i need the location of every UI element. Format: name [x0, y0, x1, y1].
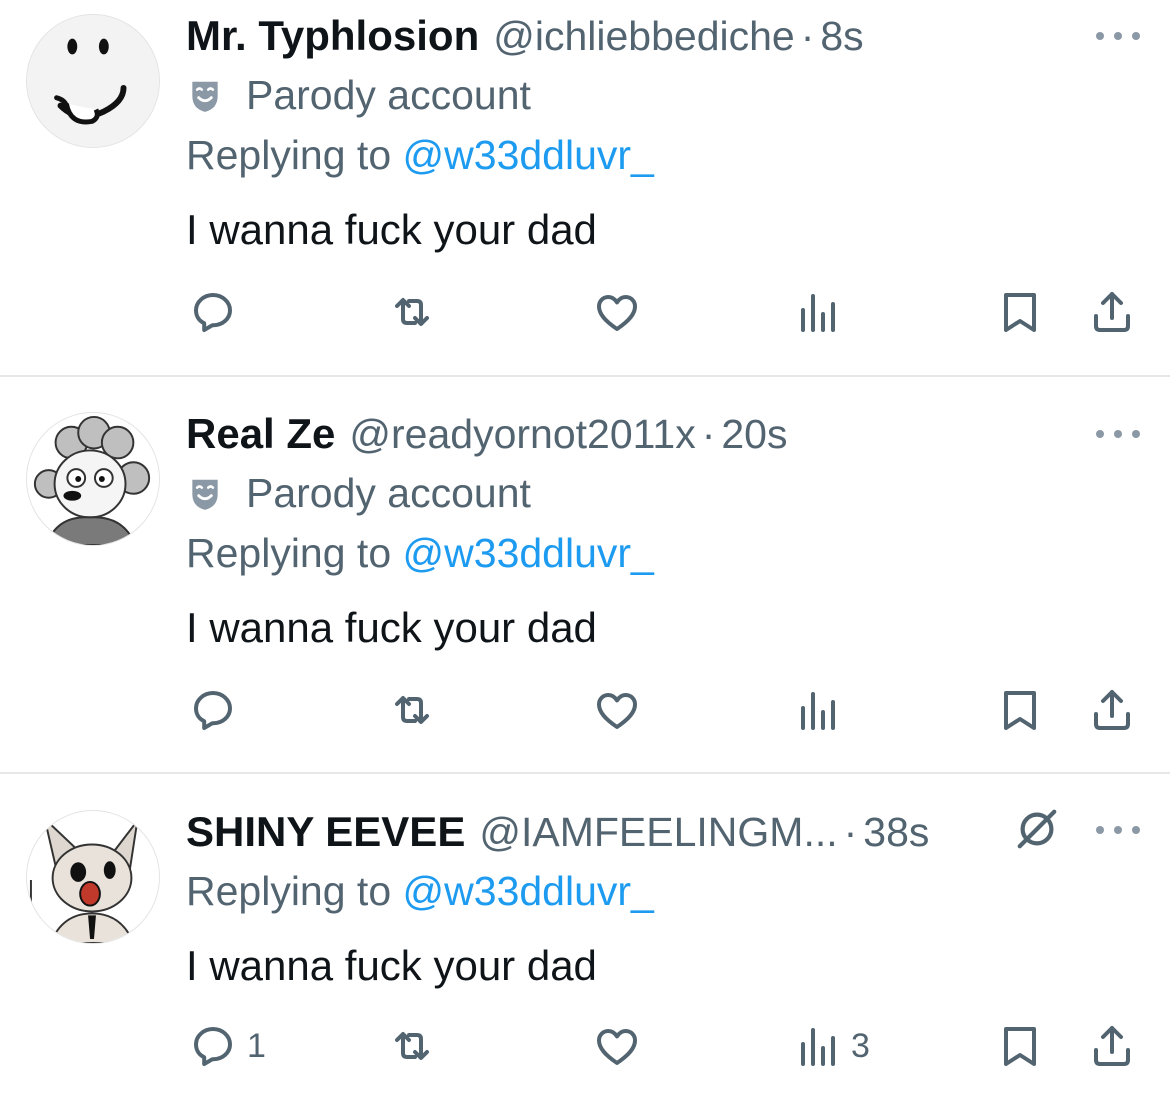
retweet-button[interactable]: [388, 1016, 436, 1076]
tweet-header: Mr. Typhlosion @ichliebbediche · 8s: [186, 6, 864, 66]
separator-dot: ·: [843, 808, 858, 855]
more-icon[interactable]: [1096, 30, 1140, 42]
like-icon: [597, 693, 637, 729]
timestamp[interactable]: 20s: [721, 411, 787, 458]
avatar-image: [27, 811, 159, 943]
action-bar: [0, 282, 1170, 342]
display-name[interactable]: SHINY EEVEE: [186, 808, 465, 856]
share-button[interactable]: [1088, 680, 1136, 740]
reply-button[interactable]: [189, 282, 247, 342]
replying-to: Replying to @w33ddluvr_: [186, 530, 654, 577]
share-button[interactable]: [1088, 1016, 1136, 1076]
timestamp[interactable]: 8s: [820, 13, 863, 60]
retweet-icon: [395, 696, 429, 724]
retweet-icon: [395, 298, 429, 326]
views-icon: [801, 692, 835, 730]
like-icon: [597, 1029, 637, 1065]
parody-label: Parody account: [186, 72, 531, 119]
parody-mask-icon: [192, 479, 218, 510]
like-button[interactable]: [593, 1016, 641, 1076]
tweet-text: I wanna fuck your dad: [186, 604, 597, 651]
parody-text: Parody account: [246, 470, 531, 516]
share-icon: [1094, 1026, 1130, 1066]
views-count: 3: [851, 1026, 870, 1065]
parody-label: Parody account: [186, 470, 531, 517]
like-icon: [597, 295, 637, 331]
more-icon[interactable]: [1096, 428, 1140, 440]
views-icon: [801, 1028, 835, 1066]
timestamp[interactable]: 38s: [863, 809, 929, 856]
views-button[interactable]: 3: [793, 1016, 870, 1076]
retweet-icon: [395, 1032, 429, 1060]
divider: [0, 772, 1170, 774]
tweet-header: SHINY EEVEE @IAMFEELINGM... · 38s: [186, 802, 929, 862]
avatar[interactable]: [26, 412, 160, 546]
action-bar: [0, 680, 1170, 740]
share-icon: [1094, 690, 1130, 730]
username-handle[interactable]: @readyornot2011x: [349, 411, 695, 458]
reply-icon: [194, 691, 232, 730]
reply-icon: [194, 1027, 232, 1066]
retweet-button[interactable]: [388, 680, 436, 740]
tweet-text: I wanna fuck your dad: [186, 206, 597, 253]
display-name[interactable]: Mr. Typhlosion: [186, 12, 479, 60]
like-button[interactable]: [593, 282, 641, 342]
replying-prefix: Replying to: [186, 868, 392, 914]
reply-mention-link[interactable]: @w33ddluvr_: [403, 530, 654, 576]
more-icon[interactable]: [1096, 824, 1140, 836]
display-name[interactable]: Real Ze: [186, 410, 335, 458]
blocked-icon[interactable]: [1014, 806, 1060, 852]
share-button[interactable]: [1088, 282, 1136, 342]
action-bar: 1 3: [0, 1016, 1170, 1076]
reply-mention-link[interactable]: @w33ddluvr_: [403, 868, 654, 914]
reply-icon: [194, 293, 232, 332]
retweet-button[interactable]: [388, 282, 436, 342]
tweet-header: Real Ze @readyornot2011x · 20s: [186, 404, 787, 464]
bookmark-icon: [1004, 1027, 1036, 1066]
avatar-image: [27, 15, 159, 147]
share-icon: [1094, 292, 1130, 332]
bookmark-icon: [1004, 293, 1036, 332]
replying-to: Replying to @w33ddluvr_: [186, 868, 654, 915]
avatar[interactable]: [26, 14, 160, 148]
username-handle[interactable]: @IAMFEELINGM...: [479, 809, 837, 856]
reply-mention-link[interactable]: @w33ddluvr_: [403, 132, 654, 178]
reply-button[interactable]: [189, 680, 247, 740]
avatar-image: [27, 413, 159, 545]
views-button[interactable]: [793, 680, 851, 740]
replying-to: Replying to @w33ddluvr_: [186, 132, 654, 179]
parody-text: Parody account: [246, 72, 531, 118]
tweet-text: I wanna fuck your dad: [186, 942, 597, 989]
separator-dot: ·: [701, 410, 716, 457]
bookmark-button[interactable]: [996, 1016, 1044, 1076]
views-icon: [801, 294, 835, 332]
replying-prefix: Replying to: [186, 530, 392, 576]
reply-count: 1: [247, 1026, 266, 1065]
avatar[interactable]: [26, 810, 160, 944]
bookmark-button[interactable]: [996, 282, 1044, 342]
username-handle[interactable]: @ichliebbediche: [493, 13, 794, 60]
replying-prefix: Replying to: [186, 132, 392, 178]
reply-button[interactable]: 1: [189, 1016, 266, 1076]
separator-dot: ·: [800, 12, 815, 59]
views-button[interactable]: [793, 282, 851, 342]
bookmark-button[interactable]: [996, 680, 1044, 740]
divider: [0, 375, 1170, 377]
like-button[interactable]: [593, 680, 641, 740]
parody-mask-icon: [192, 81, 218, 112]
bookmark-icon: [1004, 691, 1036, 730]
